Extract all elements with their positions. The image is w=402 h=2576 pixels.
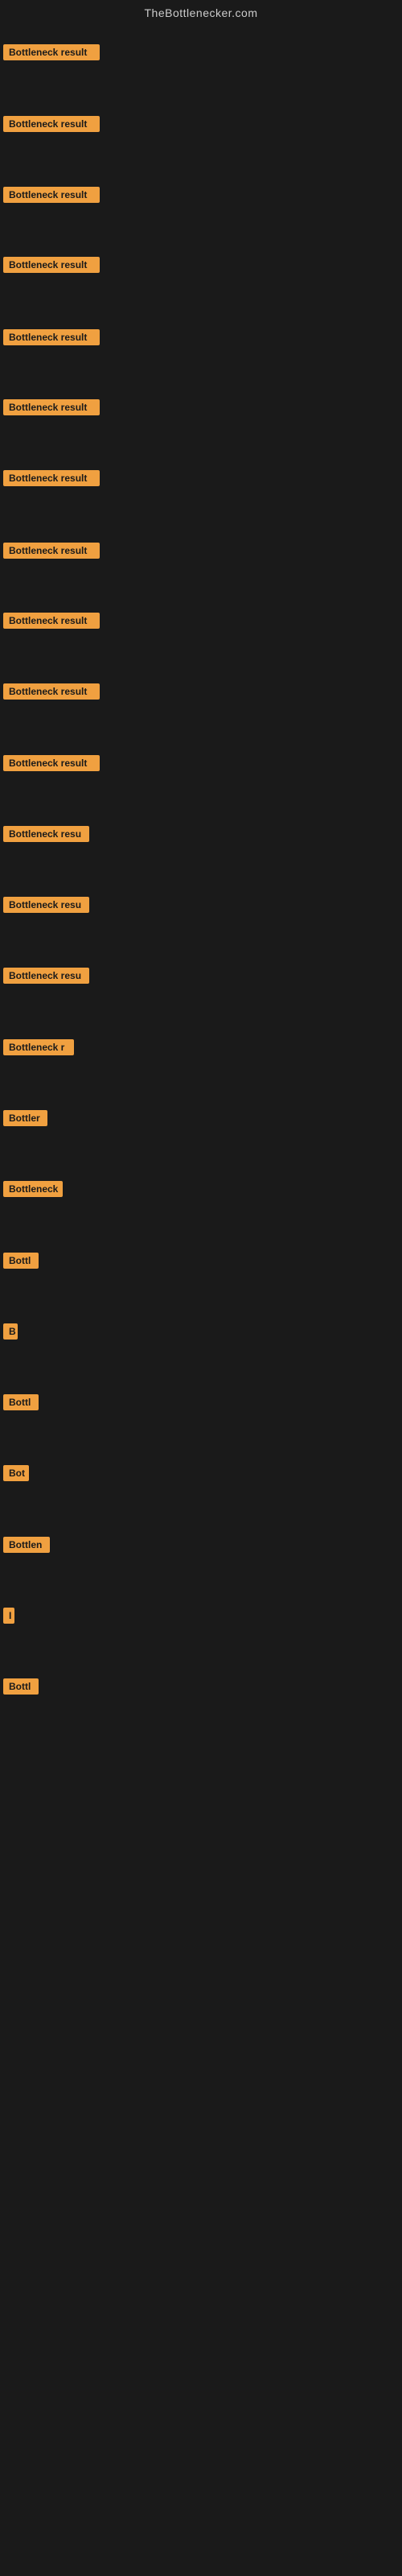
bottleneck-badge-5: Bottleneck result [3, 329, 100, 345]
bottleneck-item-12: Bottleneck resu [3, 826, 89, 846]
bottleneck-item-15: Bottleneck r [3, 1039, 74, 1059]
bottleneck-badge-9: Bottleneck result [3, 613, 100, 629]
bottleneck-item-20: Bottl [3, 1394, 39, 1414]
bottleneck-item-3: Bottleneck result [3, 187, 100, 207]
bottleneck-item-17: Bottleneck [3, 1181, 63, 1201]
bottleneck-item-8: Bottleneck result [3, 543, 100, 563]
bottleneck-badge-23: I [3, 1608, 14, 1624]
site-title-container: TheBottlenecker.com [0, 0, 402, 23]
bottleneck-item-14: Bottleneck resu [3, 968, 89, 988]
bottleneck-item-5: Bottleneck result [3, 329, 100, 349]
site-title: TheBottlenecker.com [0, 0, 402, 23]
bottleneck-badge-3: Bottleneck result [3, 187, 100, 203]
bottleneck-badge-12: Bottleneck resu [3, 826, 89, 842]
bottleneck-item-1: Bottleneck result [3, 44, 100, 64]
bottleneck-item-24: Bottl [3, 1678, 39, 1699]
bottleneck-badge-19: B [3, 1323, 18, 1340]
bottleneck-item-19: B [3, 1323, 18, 1344]
bottleneck-item-21: Bot [3, 1465, 29, 1485]
bottleneck-badge-22: Bottlen [3, 1537, 50, 1553]
bottleneck-item-22: Bottlen [3, 1537, 50, 1557]
bottleneck-item-13: Bottleneck resu [3, 897, 89, 917]
bottleneck-badge-7: Bottleneck result [3, 470, 100, 486]
bottleneck-badge-20: Bottl [3, 1394, 39, 1410]
bottleneck-badge-2: Bottleneck result [3, 116, 100, 132]
bottleneck-item-7: Bottleneck result [3, 470, 100, 490]
bottleneck-badge-24: Bottl [3, 1678, 39, 1695]
bottleneck-item-10: Bottleneck result [3, 683, 100, 704]
bottleneck-badge-16: Bottler [3, 1110, 47, 1126]
bottleneck-badge-1: Bottleneck result [3, 44, 100, 60]
bottleneck-badge-14: Bottleneck resu [3, 968, 89, 984]
bottleneck-badge-4: Bottleneck result [3, 257, 100, 273]
bottleneck-badge-10: Bottleneck result [3, 683, 100, 700]
bottleneck-item-4: Bottleneck result [3, 257, 100, 277]
items-container: Bottleneck result Bottleneck result Bottle… [0, 23, 402, 2574]
bottleneck-item-11: Bottleneck result [3, 755, 100, 775]
bottleneck-badge-15: Bottleneck r [3, 1039, 74, 1055]
bottleneck-item-6: Bottleneck result [3, 399, 100, 419]
bottleneck-badge-6: Bottleneck result [3, 399, 100, 415]
bottleneck-item-16: Bottler [3, 1110, 47, 1130]
bottleneck-badge-18: Bottl [3, 1253, 39, 1269]
bottleneck-item-18: Bottl [3, 1253, 39, 1273]
bottleneck-badge-8: Bottleneck result [3, 543, 100, 559]
bottleneck-item-23: I [3, 1608, 14, 1628]
bottleneck-badge-13: Bottleneck resu [3, 897, 89, 913]
bottleneck-badge-11: Bottleneck result [3, 755, 100, 771]
bottleneck-item-9: Bottleneck result [3, 613, 100, 633]
bottleneck-badge-21: Bot [3, 1465, 29, 1481]
bottleneck-badge-17: Bottleneck [3, 1181, 63, 1197]
bottleneck-item-2: Bottleneck result [3, 116, 100, 136]
